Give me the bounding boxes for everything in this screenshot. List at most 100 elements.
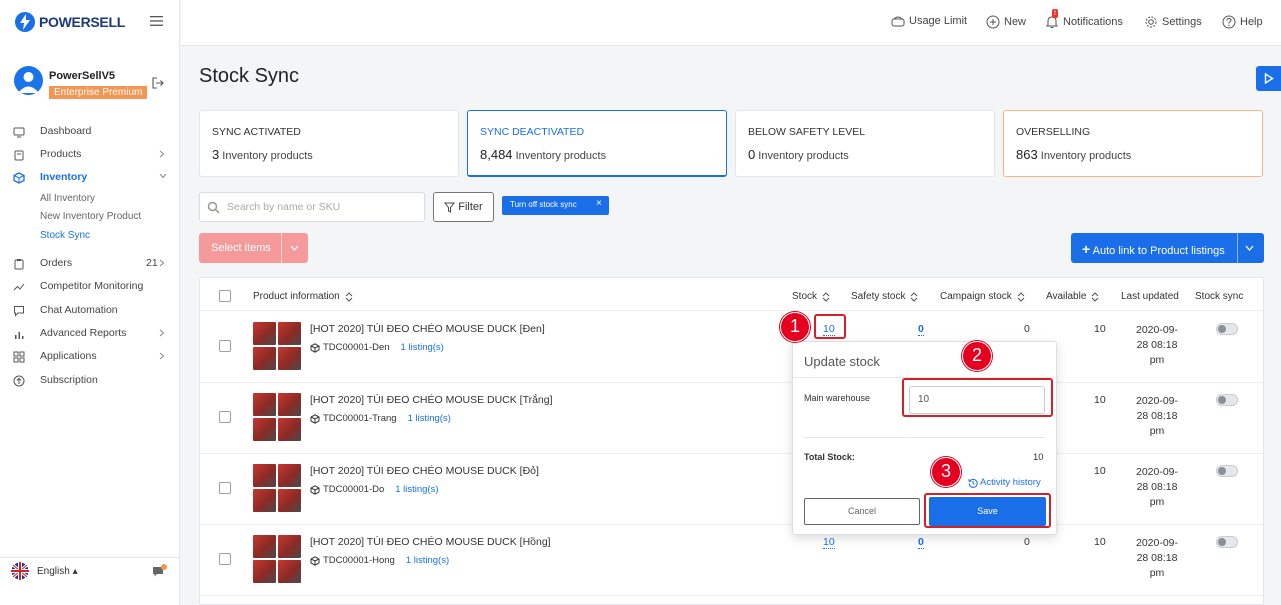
column-header-campaign-stock[interactable]: Campaign stock (940, 291, 1025, 302)
product-sku: TDC00001-Hong (323, 555, 395, 566)
listings-link[interactable]: 1 listing(s) (408, 413, 451, 424)
product-sku: TDC00001-Den (323, 342, 390, 353)
campaign-stock-value: 0 (1024, 323, 1030, 335)
search-input[interactable]: Search by name or SKU (199, 192, 425, 222)
column-header-product-info[interactable]: Product information (253, 291, 353, 302)
last-updated: 2020-09-28 08:18 pm (1135, 395, 1179, 437)
activity-history-link[interactable]: Activity history (968, 477, 1041, 488)
chevron-down-icon[interactable] (1245, 245, 1254, 251)
listings-link[interactable]: 1 listing(s) (395, 484, 438, 495)
card-below-safety-level[interactable]: BELOW SAFETY LEVEL 0 Inventory products (735, 110, 995, 177)
chevron-right-icon (159, 352, 165, 360)
language-selector[interactable]: English ▴ (37, 566, 78, 577)
sidebar-item-label: Competitor Monitoring (40, 280, 144, 292)
activity-history-label: Activity history (980, 477, 1041, 488)
plan-badge: Enterprise Premium (49, 86, 148, 99)
row-checkbox[interactable] (219, 340, 231, 352)
last-updated: 2020-09-28 08:18 pm (1135, 324, 1179, 366)
sidebar-item-orders[interactable]: Orders 21 (0, 254, 180, 274)
support-chat-icon[interactable] (152, 564, 168, 578)
toggle-knob (1218, 396, 1226, 404)
step-marker-1: 1 (780, 312, 810, 342)
chevron-down-icon[interactable] (290, 245, 299, 251)
sidebar-item-dashboard[interactable]: Dashboard (0, 122, 180, 142)
product-sku: TDC00001-Do (323, 484, 385, 495)
divider (281, 233, 282, 263)
column-header-stock[interactable]: Stock (792, 291, 830, 302)
product-name[interactable]: [HOT 2020] TÚI ĐEO CHÉO MOUSE DUCK [Trắn… (310, 394, 553, 406)
stock-sync-toggle[interactable] (1216, 394, 1238, 406)
card-sync-activated[interactable]: SYNC ACTIVATED 3 Inventory products (199, 110, 459, 177)
select-all-checkbox[interactable] (219, 290, 231, 302)
sidebar-item-competitor-monitoring[interactable]: Competitor Monitoring (0, 277, 180, 297)
auto-link-button[interactable]: + Auto link to Product listings (1071, 233, 1264, 263)
bell-icon: ! (1045, 9, 1059, 29)
plus-icon: + (1082, 241, 1091, 257)
app-logo[interactable]: POWERSELL (14, 11, 125, 33)
product-sku-line: TDC00001-Trang 1 listing(s) (310, 413, 451, 424)
column-header-safety-stock[interactable]: Safety stock (851, 291, 918, 302)
card-value: 863 Inventory products (1016, 147, 1131, 162)
menu-toggle-icon[interactable] (150, 15, 164, 27)
new-button[interactable]: New (986, 15, 1026, 29)
card-count: 0 (748, 147, 756, 162)
sidebar-item-inventory[interactable]: Inventory (0, 168, 180, 188)
stock-sync-toggle[interactable] (1216, 536, 1238, 548)
product-name[interactable]: [HOT 2020] TÚI ĐEO CHÉO MOUSE DUCK [Đen] (310, 323, 545, 335)
side-panel-toggle[interactable] (1256, 66, 1281, 91)
card-sync-deactivated[interactable]: SYNC DEACTIVATED 8,484 Inventory product… (467, 110, 727, 177)
sidebar-item-label: Applications (40, 350, 97, 362)
card-unit: Inventory products (1040, 150, 1132, 162)
clipboard-icon (13, 258, 25, 270)
safety-stock-value[interactable]: 0 (918, 323, 924, 336)
close-icon[interactable]: × (596, 198, 602, 209)
row-checkbox[interactable] (219, 553, 231, 565)
sort-icon (822, 291, 830, 302)
header-label: Stock (792, 291, 818, 302)
sidebar-item-chat-automation[interactable]: Chat Automation (0, 301, 180, 321)
select-items-button[interactable]: Select items (199, 233, 308, 263)
product-sku: TDC00001-Trang (323, 413, 397, 424)
card-overselling[interactable]: OVERSELLING 863 Inventory products (1003, 110, 1263, 177)
card-value: 0 Inventory products (748, 147, 849, 162)
filter-label: Filter (458, 201, 483, 213)
stock-sync-toggle[interactable] (1216, 465, 1238, 477)
filter-button[interactable]: Filter (433, 192, 494, 222)
header-label: Campaign stock (940, 291, 1012, 302)
product-name[interactable]: [HOT 2020] TÚI ĐEO CHÉO MOUSE DUCK [Hồng… (310, 536, 551, 548)
warehouse-label: Main warehouse (804, 393, 871, 403)
plus-circle-icon (986, 15, 1000, 29)
trend-icon (13, 281, 25, 293)
sidebar-item-advanced-reports[interactable]: Advanced Reports (0, 324, 180, 344)
help-button[interactable]: Help (1222, 15, 1263, 29)
safety-stock-value[interactable]: 0 (918, 536, 924, 549)
sidebar-sub-new-inventory[interactable]: New Inventory Product (40, 211, 141, 222)
listings-link[interactable]: 1 listing(s) (406, 555, 449, 566)
settings-button[interactable]: Settings (1144, 15, 1202, 29)
sidebar-item-products[interactable]: Products (0, 145, 180, 165)
notifications-button[interactable]: ! Notifications (1045, 9, 1123, 29)
listings-link[interactable]: 1 listing(s) (401, 342, 444, 353)
gear-icon (1145, 16, 1157, 28)
sidebar-sub-all-inventory[interactable]: All Inventory (40, 193, 95, 204)
usage-limit-button[interactable]: Usage Limit (891, 15, 967, 27)
logout-icon[interactable] (152, 77, 164, 89)
available-value: 10 (1094, 465, 1106, 477)
avatar[interactable] (14, 66, 43, 95)
product-name[interactable]: [HOT 2020] TÚI ĐEO CHÉO MOUSE DUCK [Đỏ] (310, 465, 539, 477)
available-value: 10 (1094, 323, 1106, 335)
sidebar-sub-stock-sync[interactable]: Stock Sync (40, 230, 90, 241)
sidebar-item-applications[interactable]: Applications (0, 347, 180, 367)
stock-value[interactable]: 10 (823, 536, 835, 549)
available-value: 10 (1094, 536, 1106, 548)
help-label: Help (1240, 16, 1263, 28)
row-checkbox[interactable] (219, 482, 231, 494)
total-stock-value: 10 (1033, 452, 1044, 463)
product-thumbnail (253, 464, 301, 512)
cancel-button[interactable]: Cancel (804, 498, 920, 525)
sidebar-item-subscription[interactable]: Subscription (0, 371, 180, 391)
monitor-icon (13, 126, 25, 138)
row-checkbox[interactable] (219, 411, 231, 423)
column-header-available[interactable]: Available (1046, 291, 1099, 302)
stock-sync-toggle[interactable] (1216, 323, 1238, 335)
